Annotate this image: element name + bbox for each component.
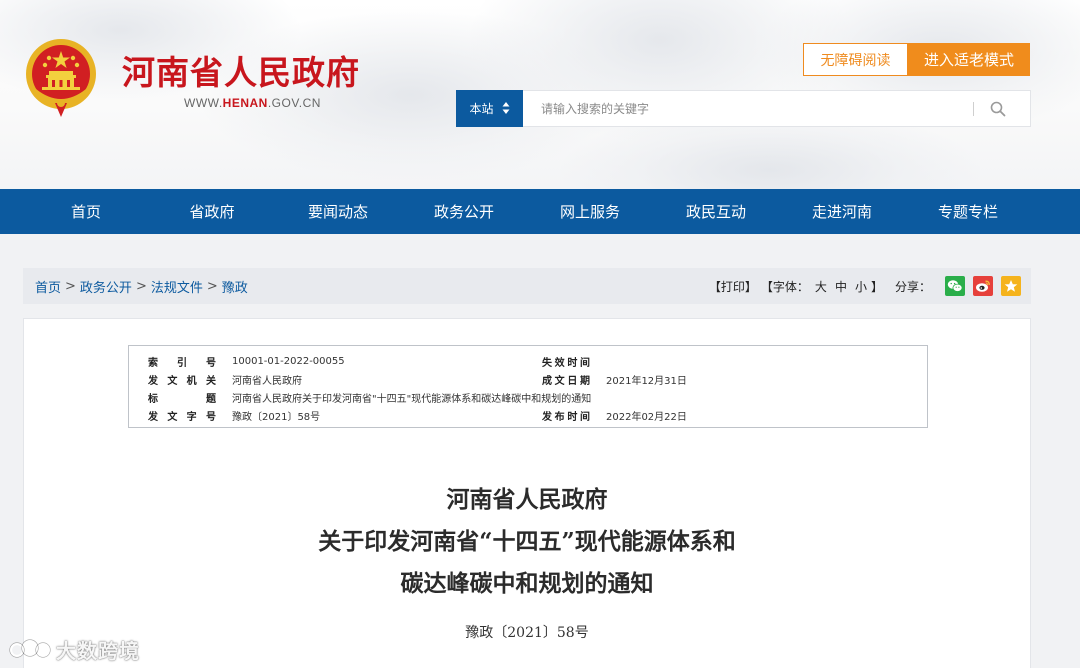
- share-wechat-button[interactable]: [945, 276, 965, 296]
- search-box: 本站: [456, 89, 1031, 127]
- title-label: 标 题: [148, 393, 216, 405]
- expiry-label: 失效时间: [542, 357, 590, 369]
- font-medium-button[interactable]: 中: [835, 278, 847, 295]
- nav-item-interaction[interactable]: 政民互动: [653, 189, 779, 234]
- main-nav: 首页 省政府 要闻动态 政务公开 网上服务 政民互动 走进河南 专题专栏: [0, 189, 1080, 234]
- document-title-line: 河南省人民政府: [446, 486, 608, 513]
- weibo-icon: [976, 280, 990, 292]
- elder-mode-button[interactable]: 进入适老模式: [908, 43, 1030, 76]
- search-divider: [973, 101, 974, 116]
- metadata-row: 标 题 河南省人民政府关于印发河南省"十四五"现代能源体系和碳达峰碳中和规划的通…: [129, 388, 927, 406]
- share-favorite-button[interactable]: [1001, 276, 1021, 296]
- star-icon: [1004, 280, 1018, 292]
- sort-arrows-icon: [502, 101, 510, 115]
- print-button[interactable]: 【打印】: [709, 278, 757, 295]
- issuer-label: 发文机关: [148, 375, 216, 387]
- wechat-icon: [947, 280, 963, 292]
- font-size-close: 】: [870, 279, 883, 294]
- doc-no-label: 发文字号: [148, 411, 216, 423]
- share-label: 分享：: [894, 279, 931, 294]
- document-number: 豫政〔2021〕58号: [465, 625, 589, 641]
- breadcrumb-separator: >: [65, 278, 76, 294]
- breadcrumb-separator: >: [206, 278, 218, 294]
- breadcrumb-government-affairs[interactable]: 政务公开: [80, 277, 132, 296]
- breadcrumb-home[interactable]: 首页: [35, 277, 61, 296]
- nav-item-special-topics[interactable]: 专题专栏: [905, 189, 1031, 234]
- breadcrumb-separator: >: [135, 278, 147, 294]
- publish-date-label: 发布时间: [542, 411, 590, 423]
- publish-date-value: 2022年02月22日: [606, 411, 687, 423]
- article-panel: 索 引 号 10001-01-2022-00055 失效时间 发文机关 河南省人…: [23, 318, 1031, 668]
- breadcrumb-yuzheng[interactable]: 豫政: [222, 277, 248, 296]
- metadata-row: 索 引 号 10001-01-2022-00055 失效时间: [129, 352, 927, 370]
- watermark-text: 大数跨境: [56, 638, 140, 663]
- search-button[interactable]: [990, 91, 1030, 126]
- accessibility-group: 无障碍阅读 进入适老模式: [803, 43, 1030, 76]
- accessibility-reading-button[interactable]: 无障碍阅读: [803, 43, 908, 76]
- index-no-label: 索 引 号: [148, 357, 216, 369]
- breadcrumb: 首页 > 政务公开 > 法规文件 > 豫政: [35, 277, 248, 296]
- search-scope-label: 本站: [469, 101, 494, 116]
- watermark-logo-icon: [9, 639, 51, 658]
- share-weibo-button[interactable]: [973, 276, 993, 296]
- site-header: 河南省人民政府 WWW.HENAN.GOV.CN 无障碍阅读 进入适老模式 本站: [0, 0, 1080, 189]
- document-title-line: 关于印发河南省“十四五”现代能源体系和: [318, 528, 736, 555]
- written-date-label: 成文日期: [542, 375, 590, 387]
- written-date-value: 2021年12月31日: [606, 375, 687, 387]
- search-icon: [990, 101, 1006, 116]
- page-tools: 【打印】 【字体： 大 中 小 】 分享：: [707, 276, 1021, 296]
- document-title: 河南省人民政府 关于印发河南省“十四五”现代能源体系和 碳达峰碳中和规划的通知: [24, 479, 1030, 605]
- nav-item-about-henan[interactable]: 走进河南: [779, 189, 905, 234]
- site-url-prefix: WWW.: [184, 96, 223, 110]
- watermark: 大数跨境: [8, 634, 140, 664]
- index-no-value: 10001-01-2022-00055: [232, 355, 345, 367]
- title-value: 河南省人民政府关于印发河南省"十四五"现代能源体系和碳达峰碳中和规划的通知: [232, 393, 592, 405]
- doc-no-value: 豫政〔2021〕58号: [232, 411, 321, 423]
- nav-item-provincial-government[interactable]: 省政府: [149, 189, 275, 234]
- font-large-button[interactable]: 大: [815, 278, 827, 295]
- nav-item-government-affairs[interactable]: 政务公开: [401, 189, 527, 234]
- document-metadata-table: 索 引 号 10001-01-2022-00055 失效时间 发文机关 河南省人…: [128, 345, 928, 428]
- issuer-value: 河南省人民政府: [232, 375, 302, 387]
- national-emblem-icon[interactable]: [22, 37, 100, 117]
- nav-item-online-services[interactable]: 网上服务: [527, 189, 653, 234]
- font-small-button[interactable]: 小: [855, 278, 867, 295]
- nav-item-home[interactable]: 首页: [23, 189, 149, 234]
- font-size-label: 【字体：: [760, 279, 809, 294]
- breadcrumb-regulations[interactable]: 法规文件: [151, 277, 203, 296]
- search-scope-select[interactable]: 本站: [456, 89, 523, 127]
- breadcrumb-bar: 首页 > 政务公开 > 法规文件 > 豫政 【打印】 【字体： 大 中 小 】 …: [23, 268, 1031, 304]
- nav-item-news[interactable]: 要闻动态: [275, 189, 401, 234]
- document-title-line: 碳达峰碳中和规划的通知: [400, 570, 654, 597]
- search-input[interactable]: [523, 91, 973, 126]
- site-url[interactable]: WWW.HENAN.GOV.CN: [184, 96, 321, 110]
- site-name[interactable]: 河南省人民政府: [122, 46, 360, 94]
- metadata-row: 发文字号 豫政〔2021〕58号 发布时间 2022年02月22日: [129, 406, 927, 424]
- site-url-suffix: .GOV.CN: [267, 96, 321, 110]
- site-url-highlight: HENAN: [222, 96, 268, 110]
- metadata-row: 发文机关 河南省人民政府 成文日期 2021年12月31日: [129, 370, 927, 388]
